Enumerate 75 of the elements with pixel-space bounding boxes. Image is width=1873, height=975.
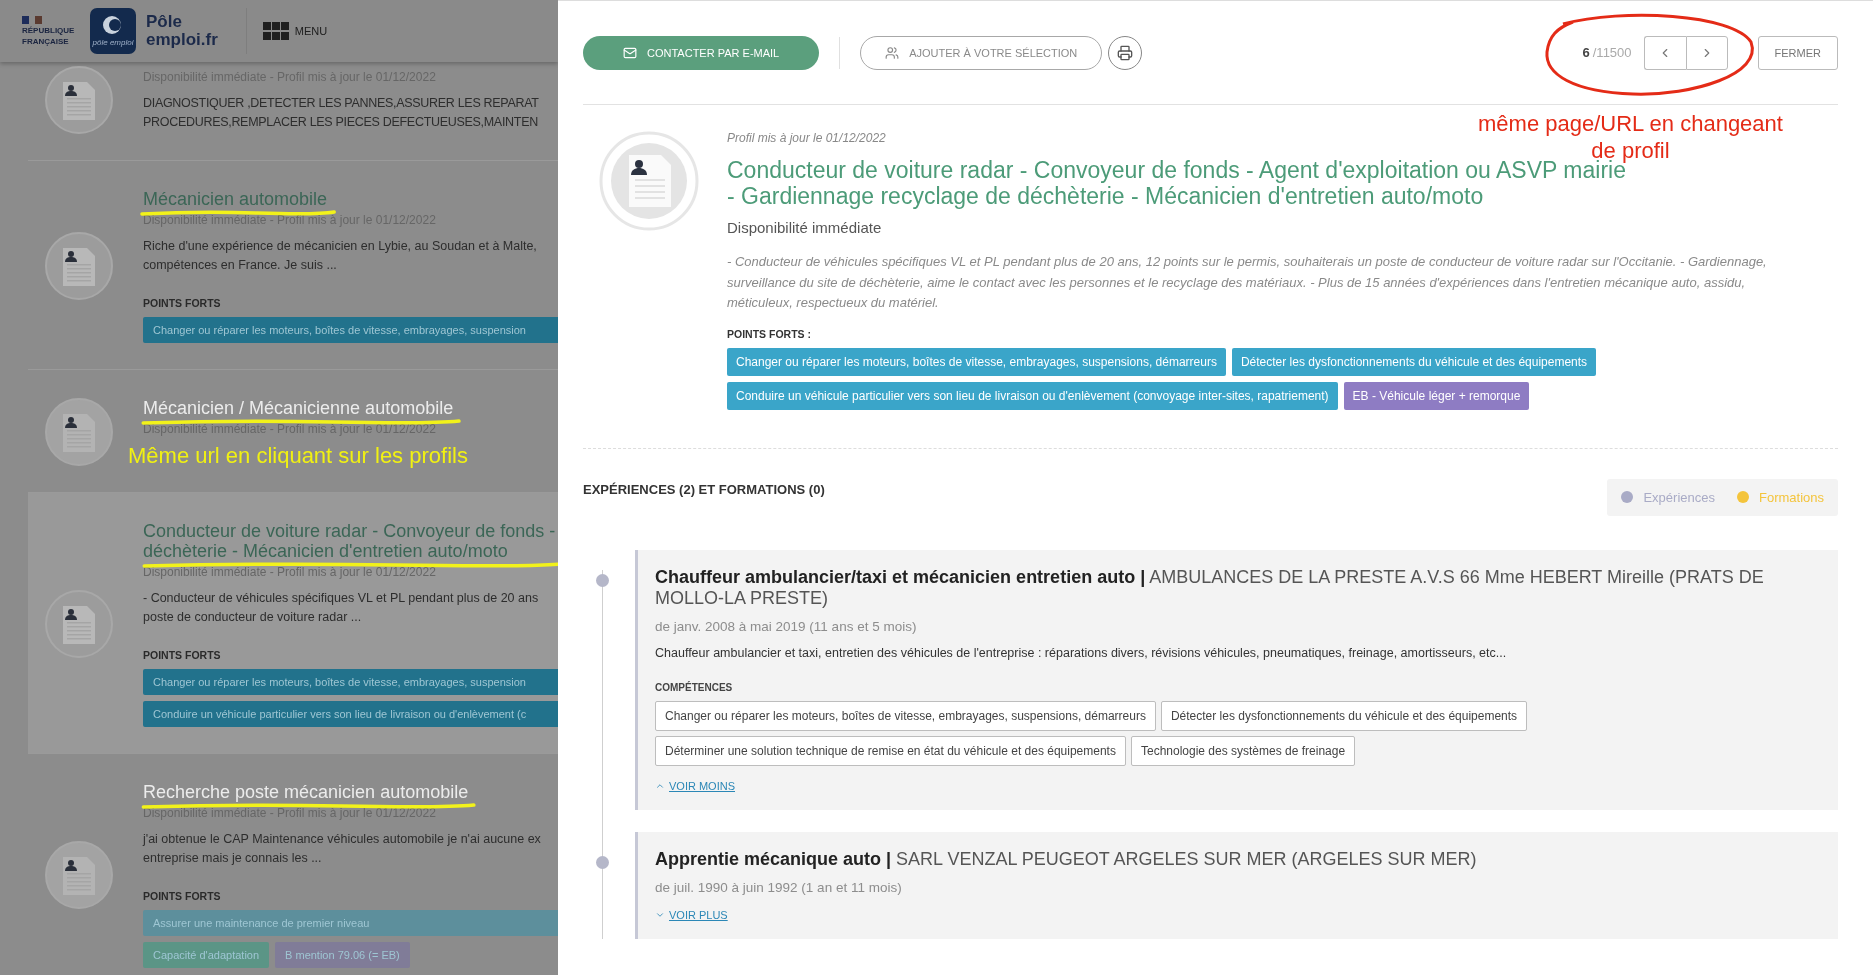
strength-tag: Détecter les dysfonctionnements du véhicule et des équipements xyxy=(1231,347,1597,376)
strengths-label: POINTS FORTS xyxy=(143,890,222,902)
experience-heading: Apprentie mécanique auto | SARL VENZAL PEUGEOT ARGELES SUR MER (ARGELES SUR MER) xyxy=(655,848,1478,870)
strength-tag: Changer ou réparer les moteurs, boîtes de vitesse, embrayages, suspensions, démarreurs xyxy=(727,347,1226,376)
skills-label: COMPÉTENCES xyxy=(655,681,734,693)
timeline-dot xyxy=(596,855,609,869)
strength-tag: Changer ou réparer les moteurs, boîtes de vitesse, embrayages, suspension xyxy=(143,317,558,343)
skill-tag: Technologie des systèmes de freinage xyxy=(1130,735,1356,766)
strengths-label: POINTS FORTS xyxy=(143,649,222,661)
timeline-dot xyxy=(596,573,609,587)
result-title[interactable]: Mécanicien / Mécanicienne automobile xyxy=(143,398,454,418)
skill-tag: Changer ou réparer les moteurs, boîtes de vitesse, embrayages, suspensions, démarreurs xyxy=(655,700,1156,731)
resume-icon xyxy=(45,398,113,466)
strength-tag: EB - Véhicule léger + remorque xyxy=(1343,381,1530,410)
profile-updated: Profil mis à jour le 01/12/2022 xyxy=(727,131,887,145)
strengths-label: POINTS FORTS xyxy=(143,297,222,309)
result-summary: poste de conducteur de voiture radar ... xyxy=(143,609,363,626)
close-button[interactable]: FERMER xyxy=(1757,35,1838,70)
republic-label: FRANÇAISE xyxy=(22,37,70,46)
result-summary: compétences en France. Je suis ... xyxy=(143,257,338,274)
republic-label: RÉPUBLIQUE xyxy=(22,26,76,35)
previous-button[interactable] xyxy=(1643,35,1686,70)
result-summary: j'ai obtenue le CAP Maintenance véhicules automobile je n'ai aucune ex xyxy=(143,831,542,848)
experience-heading: Chauffeur ambulancier/taxi et mécanicien entretien auto | AMBULANCES DE LA PRESTE A.V.S 66 Mme HEBERT Mireille (PRATS DE MOLLO-LA PRESTE) xyxy=(655,566,1765,609)
availability: Disponibilité immédiate xyxy=(727,219,883,236)
resume-icon xyxy=(45,590,113,658)
counter-total: /11500 xyxy=(1592,45,1632,60)
grid-icon[interactable] xyxy=(262,22,289,40)
annotation-note: même page/URL en changeant xyxy=(1478,110,1783,137)
users-icon xyxy=(885,45,900,60)
result-summary: DIAGNOSTIQUER ,DETECTER LES PANNES,ASSURER LES REPARAT xyxy=(143,95,540,112)
resume-icon xyxy=(45,232,113,300)
toggle-link[interactable]: VOIR MOINS xyxy=(655,779,735,792)
result-summary: Riche d'une expérience de mécanicien en Lybie, au Soudan et à Malte, xyxy=(143,238,538,255)
experience-dates: de janv. 2008 à mai 2019 (11 ans et 5 mois) xyxy=(655,618,918,634)
toggle-link[interactable]: VOIR PLUS xyxy=(655,908,728,921)
legend-label: Expériences xyxy=(1643,489,1715,505)
contact-button[interactable]: CONTACTER PAR E-MAIL xyxy=(583,35,820,70)
strength-tag: Conduire un véhicule particulier vers son lieu de livraison ou d'enlèvement (c xyxy=(143,701,558,727)
result-title[interactable]: Mécanicien automobile xyxy=(143,189,328,209)
result-title[interactable]: déchèterie - Mécanicien d'entretien auto/moto xyxy=(143,541,556,561)
strength-tag: B mention 79.06 (= EB) xyxy=(275,942,410,968)
strengths-label: POINTS FORTS : xyxy=(727,327,812,340)
experience-dates: de juil. 1990 à juin 1992 (1 an et 11 mois) xyxy=(655,879,903,895)
resume-icon xyxy=(599,131,699,231)
result-title[interactable]: Recherche poste mécanicien automobile xyxy=(143,782,469,802)
profile-summary: - Conducteur de véhicules spécifiques VL et PL pendant plus de 20 ans, 12 points sur le permis, souhaiterais un poste de conducteur de voiture radar sur l'Occitanie. - Gardiennage, surveillance du site de déchèterie, aime le contact avec les personnes et le recyclage des matériaux. - Plus de 15 années d'expériences dans l'entretien mécanique auto, assidu, méticuleux, respectueux du matériel. xyxy=(727,253,1768,312)
logo[interactable]: pôle emploi xyxy=(90,8,136,54)
legend-label: Formations xyxy=(1758,489,1824,505)
section-heading: EXPÉRIENCES (2) ET FORMATIONS (0) xyxy=(583,481,825,497)
printer-icon xyxy=(1117,44,1134,61)
experience-description: Chauffeur ambulancier et taxi, entretien des véhicules de l'entreprise : réparations divers, révisions véhicules, pneumatiques, freinage, amortisseurs, etc... xyxy=(655,645,1508,660)
strength-tag: Conduire un véhicule particulier vers son lieu de livraison ou d'enlèvement (convoyage inter-sites, rapatriement) xyxy=(727,381,1338,410)
result-summary: PROCEDURES,REMPLACER LES PIECES DEFECTUEUSES,MAINTEN xyxy=(143,114,539,131)
strength-tag: Capacité d'adaptation xyxy=(143,942,270,968)
mail-icon xyxy=(623,45,637,60)
counter-current: 6 xyxy=(1582,45,1590,60)
skill-tag: Déterminer une solution technique de remise en état du véhicule et des équipements xyxy=(655,735,1126,766)
resume-icon xyxy=(45,66,113,134)
flag-icon xyxy=(22,16,42,24)
skill-tag: Détecter les dysfonctionnements du véhicule et des équipements xyxy=(1160,700,1528,731)
result-title[interactable]: Conducteur de voiture radar - Convoyeur de fonds - xyxy=(143,521,556,541)
next-button[interactable] xyxy=(1685,35,1728,70)
print-button[interactable] xyxy=(1108,35,1143,70)
result-summary: - Conducteur de véhicules spécifiques VL et PL pendant plus de 20 ans xyxy=(143,590,540,607)
resume-icon xyxy=(45,841,113,909)
brand-name: Pôle xyxy=(146,13,183,31)
add-to-selection-button[interactable]: AJOUTER À VOTRE SÉLECTION xyxy=(860,35,1103,70)
result-summary: entreprise mais je connais les ... xyxy=(143,850,323,867)
result-card[interactable] xyxy=(28,493,558,754)
menu-label[interactable]: MENU xyxy=(294,25,328,37)
strength-tag: Assurer une maintenance de premier niveau xyxy=(143,910,558,936)
annotation-note: Même url en cliquant sur les profils xyxy=(128,443,468,469)
strength-tag: Changer ou réparer les moteurs, boîtes de vitesse, embrayages, suspension xyxy=(143,669,558,695)
brand-name: emploi.fr xyxy=(146,31,218,49)
